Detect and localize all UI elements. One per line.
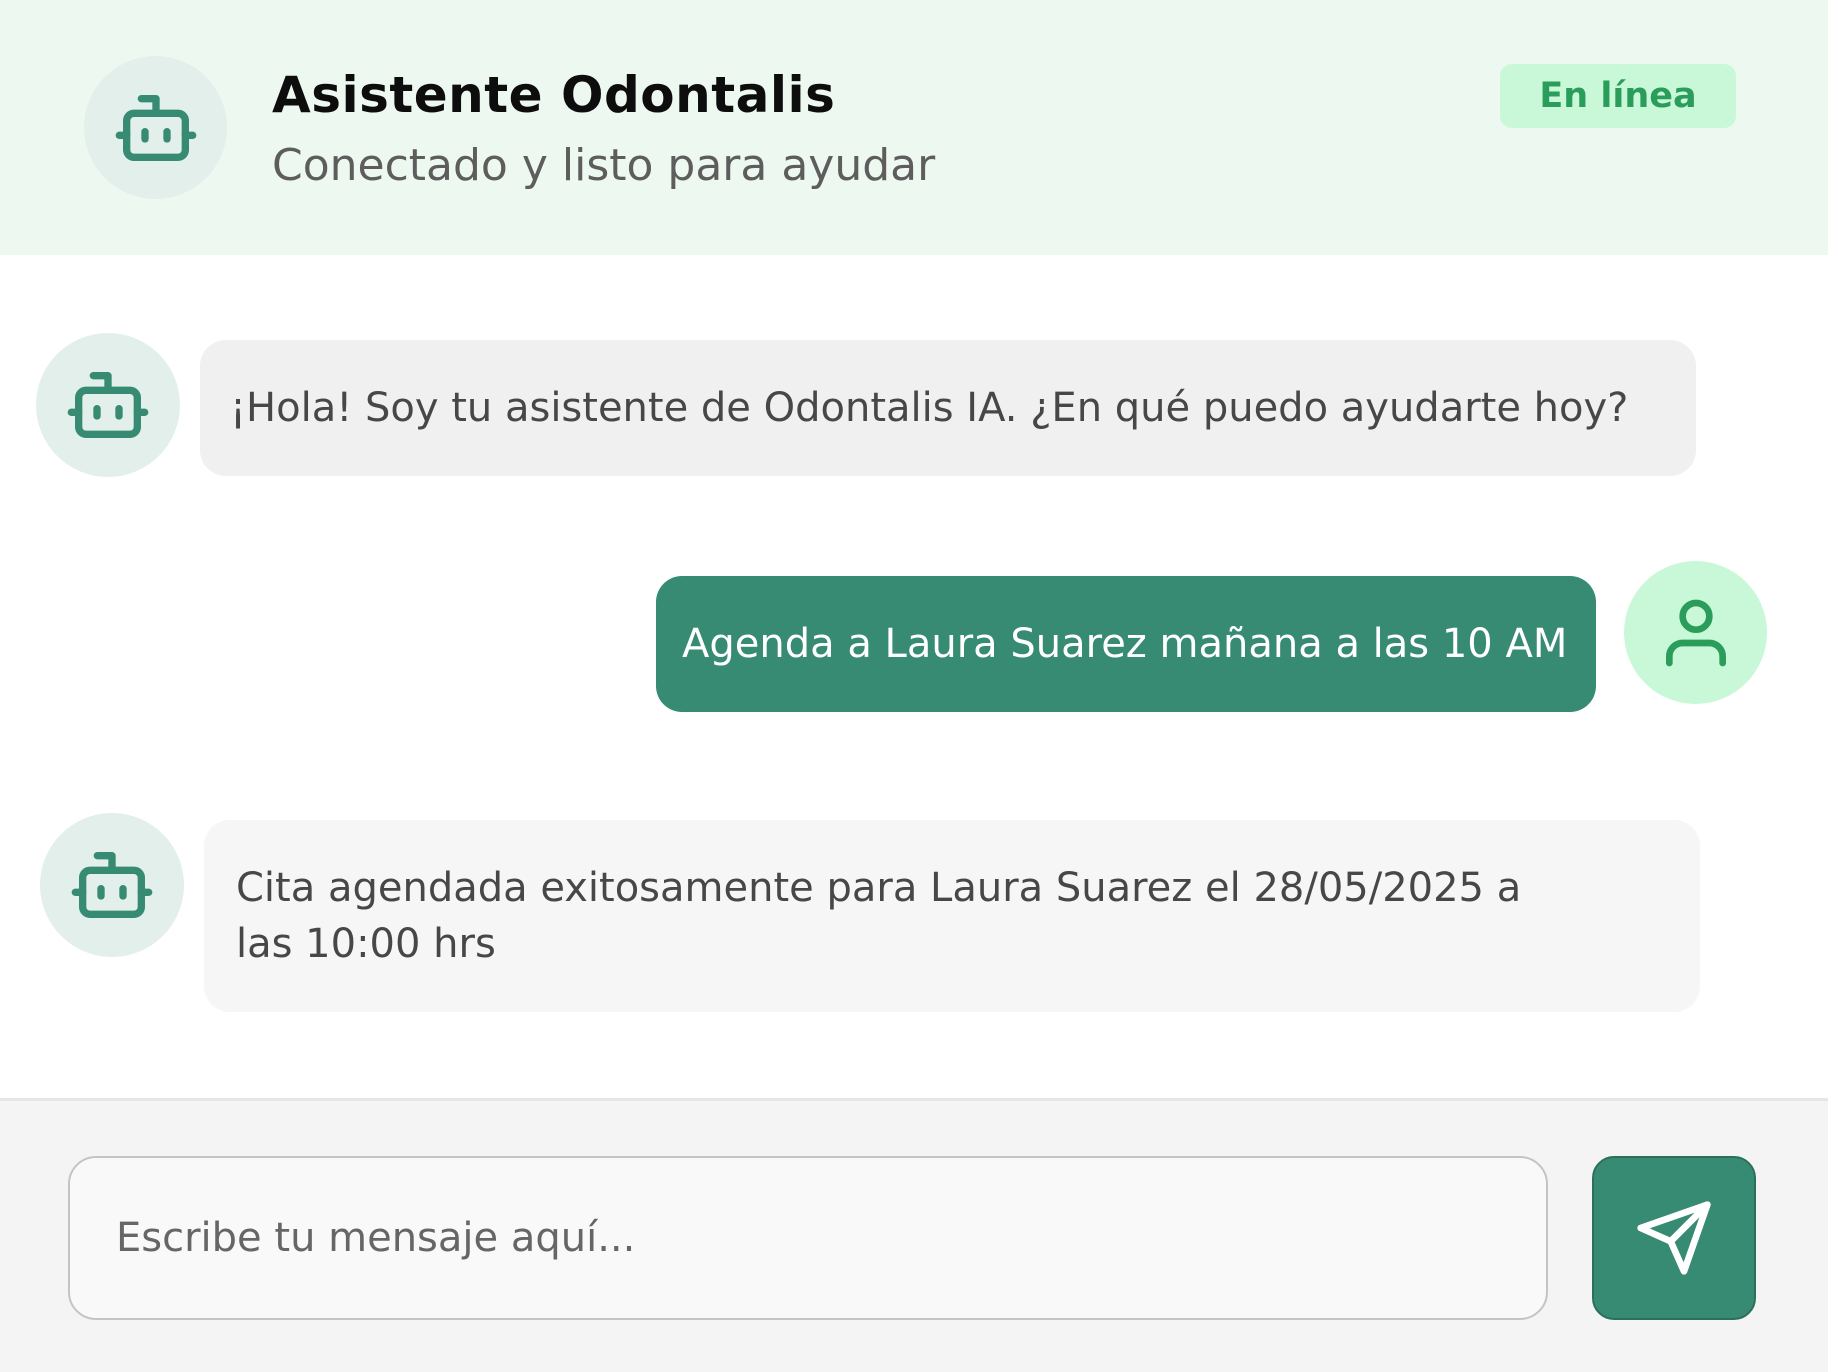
bot-message-bubble: ¡Hola! Soy tu asistente de Odontalis IA.…: [200, 340, 1696, 476]
bot-message-bubble: Cita agendada exitosamente para Laura Su…: [204, 820, 1700, 1012]
user-avatar: [1624, 561, 1767, 704]
user-icon: [1665, 599, 1726, 666]
message-text: Cita agendada exitosamente para Laura Su…: [236, 865, 1522, 967]
message-input[interactable]: [68, 1156, 1548, 1320]
assistant-name: Asistente Odontalis: [272, 66, 836, 124]
bot-avatar: [40, 813, 184, 957]
message-text: ¡Hola! Soy tu asistente de Odontalis IA.…: [230, 385, 1629, 431]
message-text: Agenda a Laura Suarez mañana a las 10 AM: [682, 621, 1568, 667]
user-message-bubble: Agenda a Laura Suarez mañana a las 10 AM: [656, 576, 1596, 712]
send-icon: [1637, 1201, 1711, 1275]
bot-icon: [71, 852, 153, 918]
bot-icon: [115, 94, 196, 161]
assistant-avatar: [84, 56, 227, 199]
send-button[interactable]: [1592, 1156, 1756, 1320]
status-badge: En línea: [1500, 64, 1736, 128]
bot-avatar: [36, 333, 180, 477]
assistant-status-text: Conectado y listo para ayudar: [272, 140, 936, 191]
chat-header: Asistente Odontalis Conectado y listo pa…: [0, 0, 1828, 255]
bot-icon: [67, 372, 149, 438]
